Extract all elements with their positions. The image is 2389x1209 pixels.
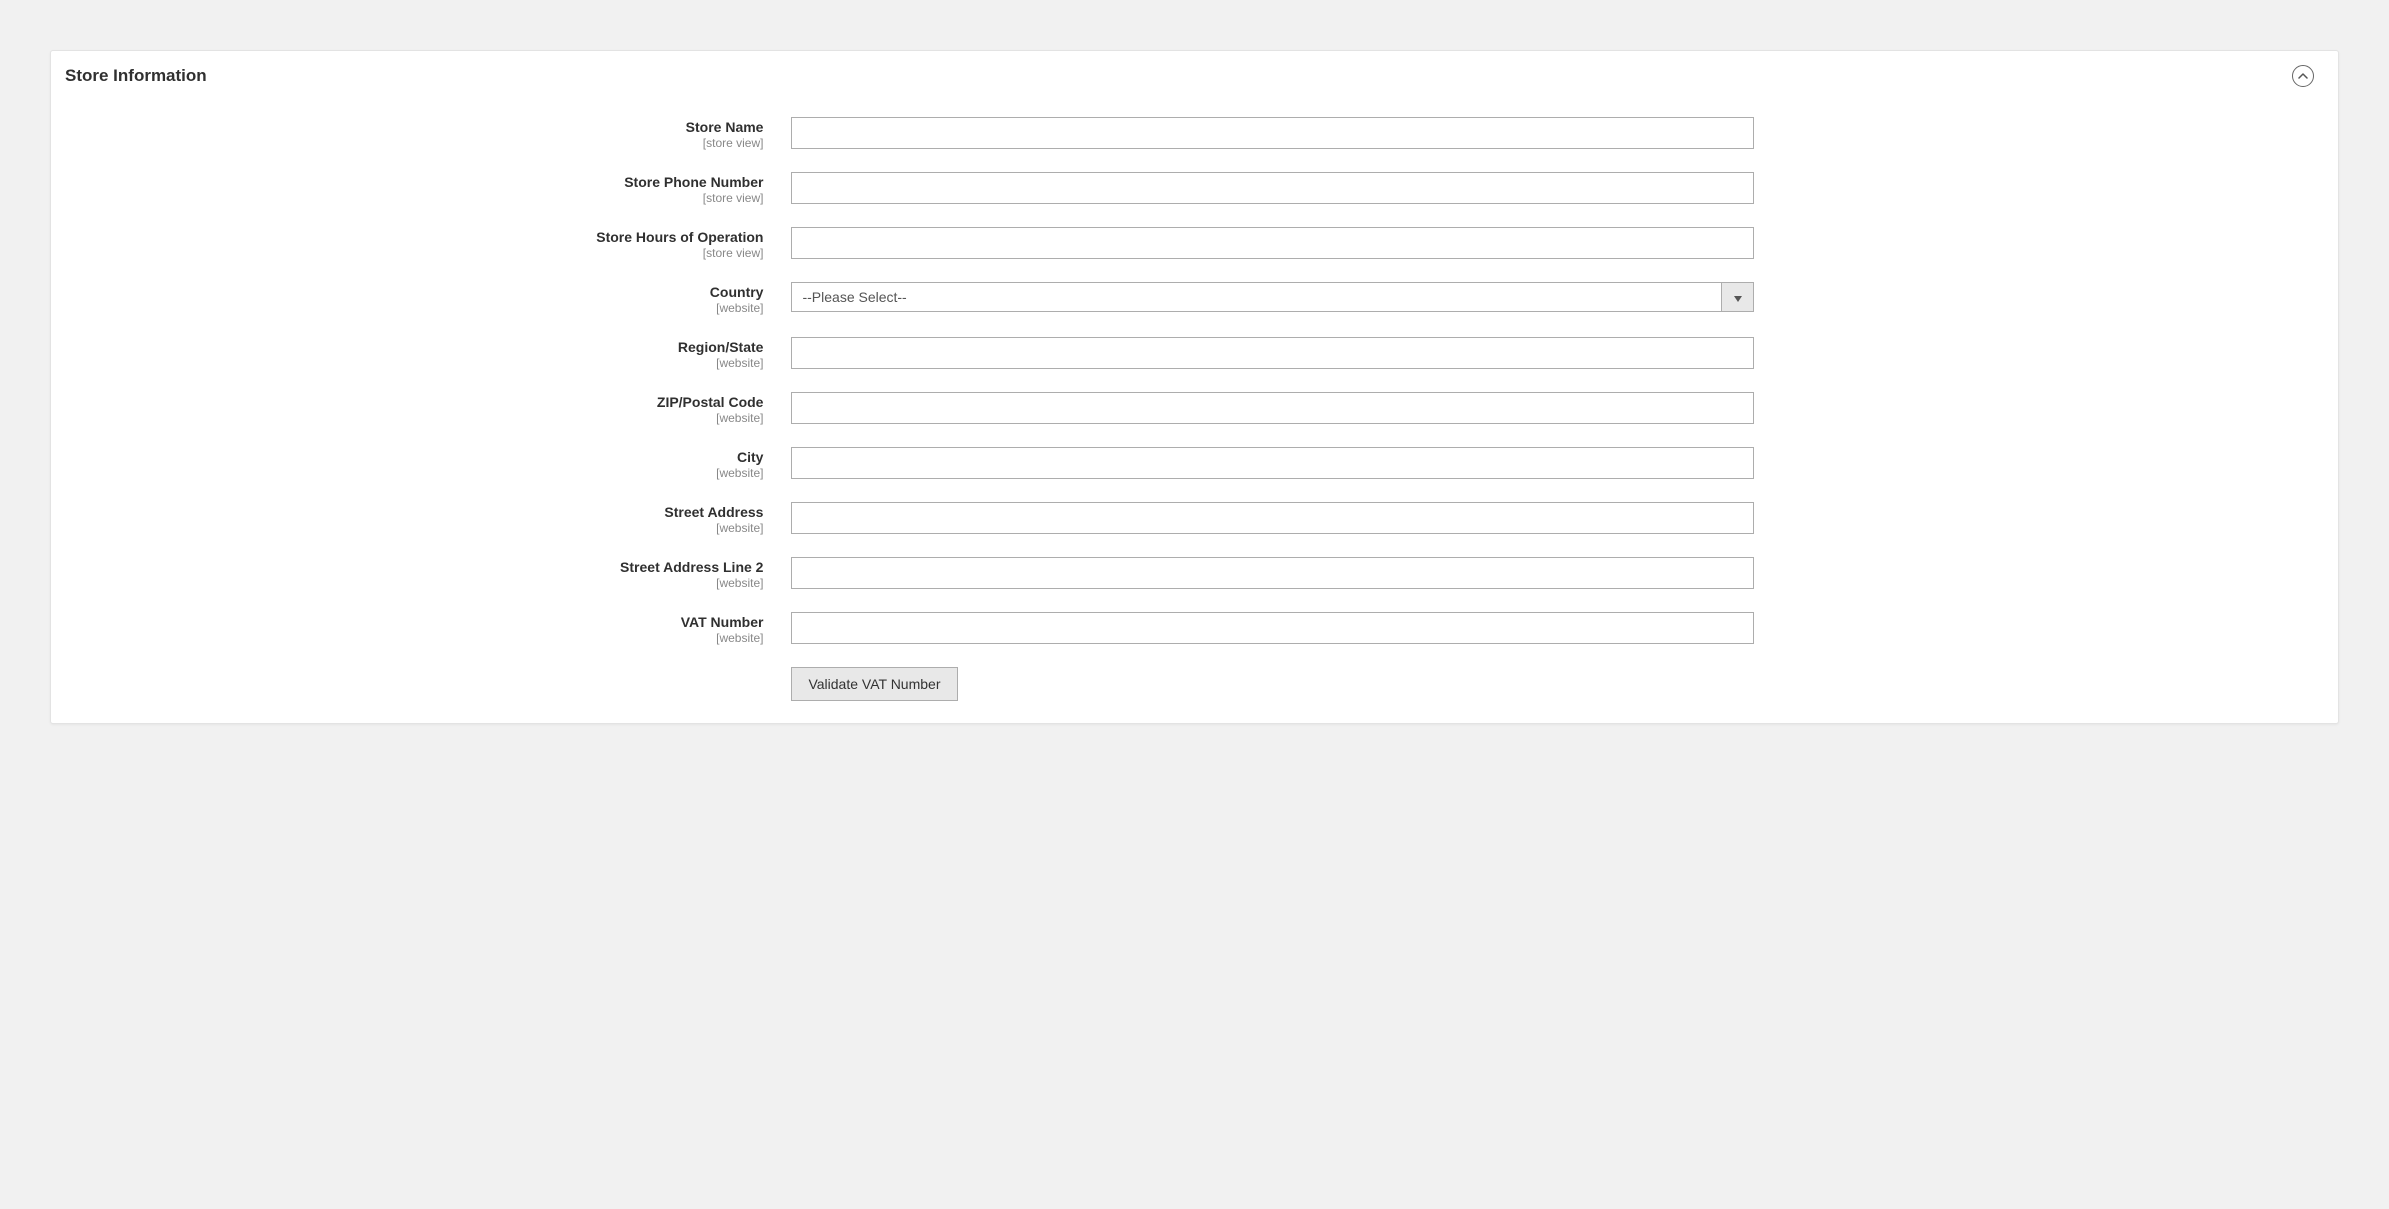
- street1-scope: [website]: [75, 521, 763, 535]
- store-hours-label-col: Store Hours of Operation [store view]: [75, 227, 791, 260]
- vat-scope: [website]: [75, 631, 763, 645]
- store-phone-label: Store Phone Number: [75, 174, 763, 190]
- validate-vat-button[interactable]: Validate VAT Number: [791, 667, 957, 701]
- vat-input[interactable]: [791, 612, 1754, 644]
- zip-label: ZIP/Postal Code: [75, 394, 763, 410]
- country-select[interactable]: --Please Select--: [791, 282, 1754, 312]
- region-state-input[interactable]: [791, 337, 1754, 369]
- store-hours-row: Store Hours of Operation [store view]: [75, 227, 2314, 260]
- store-phone-input-col: [791, 172, 1754, 204]
- panel-title: Store Information: [65, 66, 207, 86]
- store-name-scope: [store view]: [75, 136, 763, 150]
- validate-vat-button-col: Validate VAT Number: [791, 667, 1754, 701]
- city-input[interactable]: [791, 447, 1754, 479]
- zip-label-col: ZIP/Postal Code [website]: [75, 392, 791, 425]
- store-phone-scope: [store view]: [75, 191, 763, 205]
- city-row: City [website]: [75, 447, 2314, 480]
- street2-scope: [website]: [75, 576, 763, 590]
- street1-input-col: [791, 502, 1754, 534]
- region-state-input-col: [791, 337, 1754, 369]
- store-hours-input-col: [791, 227, 1754, 259]
- validate-vat-row: Validate VAT Number: [75, 667, 2314, 701]
- zip-row: ZIP/Postal Code [website]: [75, 392, 2314, 425]
- street2-label-col: Street Address Line 2 [website]: [75, 557, 791, 590]
- street2-input-col: [791, 557, 1754, 589]
- street1-label: Street Address: [75, 504, 763, 520]
- caret-down-icon: [1734, 289, 1742, 305]
- region-state-label-col: Region/State [website]: [75, 337, 791, 370]
- store-name-input[interactable]: [791, 117, 1754, 149]
- city-label-col: City [website]: [75, 447, 791, 480]
- street2-label: Street Address Line 2: [75, 559, 763, 575]
- vat-input-col: [791, 612, 1754, 644]
- street1-label-col: Street Address [website]: [75, 502, 791, 535]
- collapse-toggle-button[interactable]: [2292, 65, 2314, 87]
- store-phone-input[interactable]: [791, 172, 1754, 204]
- region-state-row: Region/State [website]: [75, 337, 2314, 370]
- country-label: Country: [75, 284, 763, 300]
- vat-row: VAT Number [website]: [75, 612, 2314, 645]
- store-hours-label: Store Hours of Operation: [75, 229, 763, 245]
- store-name-row: Store Name [store view]: [75, 117, 2314, 150]
- street2-row: Street Address Line 2 [website]: [75, 557, 2314, 590]
- chevron-up-icon: [2298, 69, 2308, 84]
- zip-scope: [website]: [75, 411, 763, 425]
- zip-input-col: [791, 392, 1754, 424]
- store-hours-scope: [store view]: [75, 246, 763, 260]
- store-phone-label-col: Store Phone Number [store view]: [75, 172, 791, 205]
- validate-vat-spacer: [75, 667, 791, 669]
- region-state-scope: [website]: [75, 356, 763, 370]
- country-select-value: --Please Select--: [792, 283, 1721, 311]
- store-phone-row: Store Phone Number [store view]: [75, 172, 2314, 205]
- street1-row: Street Address [website]: [75, 502, 2314, 535]
- vat-label-col: VAT Number [website]: [75, 612, 791, 645]
- street2-input[interactable]: [791, 557, 1754, 589]
- store-name-label: Store Name: [75, 119, 763, 135]
- country-scope: [website]: [75, 301, 763, 315]
- region-state-label: Region/State: [75, 339, 763, 355]
- store-name-label-col: Store Name [store view]: [75, 117, 791, 150]
- store-information-panel: Store Information Store Name [store view…: [50, 50, 2339, 724]
- panel-body: Store Name [store view] Store Phone Numb…: [51, 97, 2338, 723]
- store-name-input-col: [791, 117, 1754, 149]
- country-label-col: Country [website]: [75, 282, 791, 315]
- country-input-col: --Please Select--: [791, 282, 1754, 312]
- street1-input[interactable]: [791, 502, 1754, 534]
- store-hours-input[interactable]: [791, 227, 1754, 259]
- city-scope: [website]: [75, 466, 763, 480]
- country-select-arrow: [1721, 283, 1753, 311]
- city-input-col: [791, 447, 1754, 479]
- vat-label: VAT Number: [75, 614, 763, 630]
- panel-header: Store Information: [51, 51, 2338, 97]
- zip-input[interactable]: [791, 392, 1754, 424]
- city-label: City: [75, 449, 763, 465]
- country-row: Country [website] --Please Select--: [75, 282, 2314, 315]
